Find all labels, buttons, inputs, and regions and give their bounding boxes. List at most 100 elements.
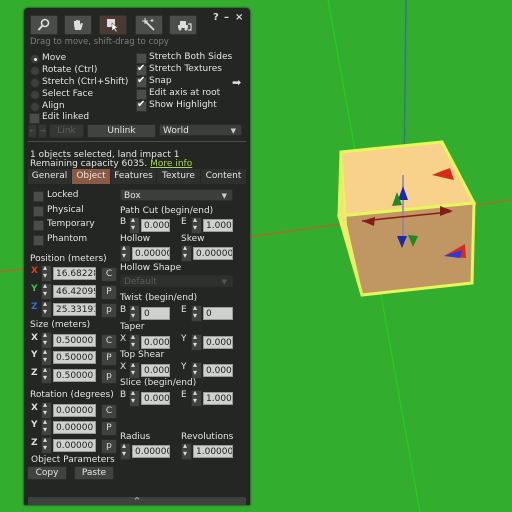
taper-y-input[interactable]: 0.00000 — [203, 336, 233, 349]
rotation-y-input[interactable]: 0.00000 — [53, 421, 96, 434]
create-tool-button[interactable] — [135, 15, 163, 35]
top-shear-x-label: X — [120, 362, 127, 372]
path-cut-end-spinner[interactable] — [191, 215, 202, 234]
path-cut-end-input[interactable]: 1.00000 — [203, 219, 233, 232]
paste-position-options-button[interactable]: p — [101, 303, 117, 318]
slice-b-label: B — [120, 390, 127, 400]
close-button[interactable]: × — [235, 12, 243, 23]
slice-end-input[interactable]: 1.00000 — [203, 392, 233, 405]
rotation-z-input[interactable]: 0.00000 — [53, 439, 96, 452]
top-shear-x-input[interactable]: 0.00000 — [141, 364, 170, 377]
checkbox[interactable] — [33, 235, 44, 246]
slice-e-label: E — [181, 390, 187, 400]
skew-input[interactable]: 0.00000 — [193, 247, 233, 260]
skew-spinner[interactable] — [181, 243, 192, 262]
checkbox[interactable] — [33, 220, 44, 231]
position-z-spinner[interactable] — [41, 299, 52, 318]
paste-params-button[interactable]: Paste — [74, 466, 114, 480]
path-cut-begin-input[interactable]: 0.00000 — [141, 219, 170, 232]
top-shear-x-spinner[interactable] — [129, 360, 140, 379]
slice-end-spinner[interactable] — [191, 388, 202, 407]
copy-rotation-button[interactable]: C — [101, 404, 117, 419]
revolutions-input[interactable]: 1.00000 — [193, 445, 233, 458]
tab-content[interactable]: Content — [201, 169, 246, 184]
hollow-spinner[interactable] — [120, 243, 131, 262]
grid-options-arrow-icon[interactable]: ➡ — [232, 76, 241, 89]
copy-params-button[interactable]: Copy — [27, 466, 67, 480]
focus-tool-button[interactable] — [30, 15, 58, 35]
unlink-button[interactable]: Unlink — [87, 124, 156, 138]
tab-general[interactable]: General — [28, 169, 71, 184]
chevron-down-icon: ▼ — [221, 192, 227, 200]
copy-size-button[interactable]: C — [101, 334, 117, 349]
tab-object[interactable]: Object — [72, 169, 110, 184]
rotation-z-spinner[interactable] — [41, 435, 52, 454]
position-y-input[interactable]: 46.42099 — [53, 285, 96, 298]
hollow-input[interactable]: 0.00000 — [132, 247, 170, 260]
size-z-spinner[interactable] — [41, 365, 52, 384]
hand-icon — [74, 20, 83, 30]
collapse-panel-button[interactable]: ^ — [28, 497, 246, 505]
rotation-y-spinner[interactable] — [41, 417, 52, 436]
link-button[interactable]: Link — [49, 124, 84, 138]
twist-begin-input[interactable]: 0 — [141, 307, 170, 320]
position-y-spinner[interactable] — [41, 281, 52, 300]
tab-texture[interactable]: Texture — [157, 169, 200, 184]
hollow-shape-dropdown[interactable]: Default ▼ — [120, 275, 233, 287]
taper-x-spinner[interactable] — [129, 332, 140, 351]
paste-size-button[interactable]: P — [101, 351, 117, 366]
radio-button[interactable] — [30, 102, 40, 112]
land-tool-button[interactable] — [169, 15, 197, 35]
path-cut-begin-spinner[interactable] — [129, 215, 140, 234]
radio-button[interactable] — [30, 54, 40, 64]
paste-position-button[interactable]: P — [101, 285, 117, 300]
taper-x-input[interactable]: 0.00000 — [141, 336, 170, 349]
paste-size-options-button[interactable]: p — [101, 369, 117, 384]
next-link-button[interactable]: → — [38, 124, 47, 138]
prev-link-button[interactable]: ← — [28, 124, 37, 138]
build-tools-panel: ? – × Drag to move, shift-drag to copy M… — [24, 8, 250, 505]
slice-begin-input[interactable]: 0.00000 — [141, 392, 170, 405]
position-x-spinner[interactable] — [41, 263, 52, 282]
radius-input[interactable]: 0.00000 — [132, 445, 170, 458]
size-y-input[interactable]: 0.50000 — [53, 351, 96, 364]
radio-button[interactable] — [30, 78, 40, 88]
checkbox[interactable] — [33, 191, 44, 202]
paste-rotation-options-button[interactable]: p — [101, 439, 117, 454]
revolutions-spinner[interactable] — [181, 441, 192, 460]
taper-y-spinner[interactable] — [191, 332, 202, 351]
tab-features[interactable]: Features — [111, 169, 156, 184]
radio-button[interactable] — [30, 90, 40, 100]
rotation-title: Rotation (degrees) — [30, 390, 114, 400]
twist-begin-spinner[interactable] — [129, 303, 140, 322]
selected-box[interactable] — [337, 140, 477, 297]
checkbox[interactable] — [33, 206, 44, 217]
radio-button[interactable] — [30, 66, 40, 76]
help-button[interactable]: ? — [213, 12, 219, 23]
twist-end-spinner[interactable] — [191, 303, 202, 322]
checkbox[interactable] — [29, 113, 40, 124]
checkbox[interactable] — [136, 75, 147, 88]
paste-rotation-button[interactable]: P — [101, 421, 117, 436]
slice-begin-spinner[interactable] — [129, 388, 140, 407]
position-z-input[interactable]: 25.33193 — [53, 303, 96, 316]
minimize-button[interactable]: – — [224, 12, 229, 23]
more-info-link[interactable]: More info — [150, 159, 192, 169]
radius-spinner[interactable] — [120, 441, 131, 460]
ruler-mode-dropdown[interactable]: World ▼ — [159, 124, 242, 136]
copy-position-button[interactable]: C — [101, 267, 117, 282]
rotation-x-input[interactable]: 0.00000 — [53, 404, 96, 417]
building-block-type-dropdown[interactable]: Box ▼ — [120, 189, 233, 201]
revolutions-title: Revolutions — [181, 432, 234, 442]
size-y-spinner[interactable] — [41, 347, 52, 366]
size-z-input[interactable]: 0.50000 — [53, 369, 96, 382]
size-title: Size (meters) — [30, 320, 91, 330]
top-shear-y-input[interactable]: 0.00000 — [203, 364, 233, 377]
edit-tool-button[interactable] — [99, 15, 127, 35]
top-shear-y-spinner[interactable] — [191, 360, 202, 379]
twist-end-input[interactable]: 0 — [203, 307, 233, 320]
position-x-input[interactable]: 16.68228 — [53, 267, 96, 280]
size-x-input[interactable]: 0.50000 — [53, 334, 96, 347]
grab-tool-button[interactable] — [64, 15, 92, 35]
checkbox[interactable] — [136, 99, 147, 112]
